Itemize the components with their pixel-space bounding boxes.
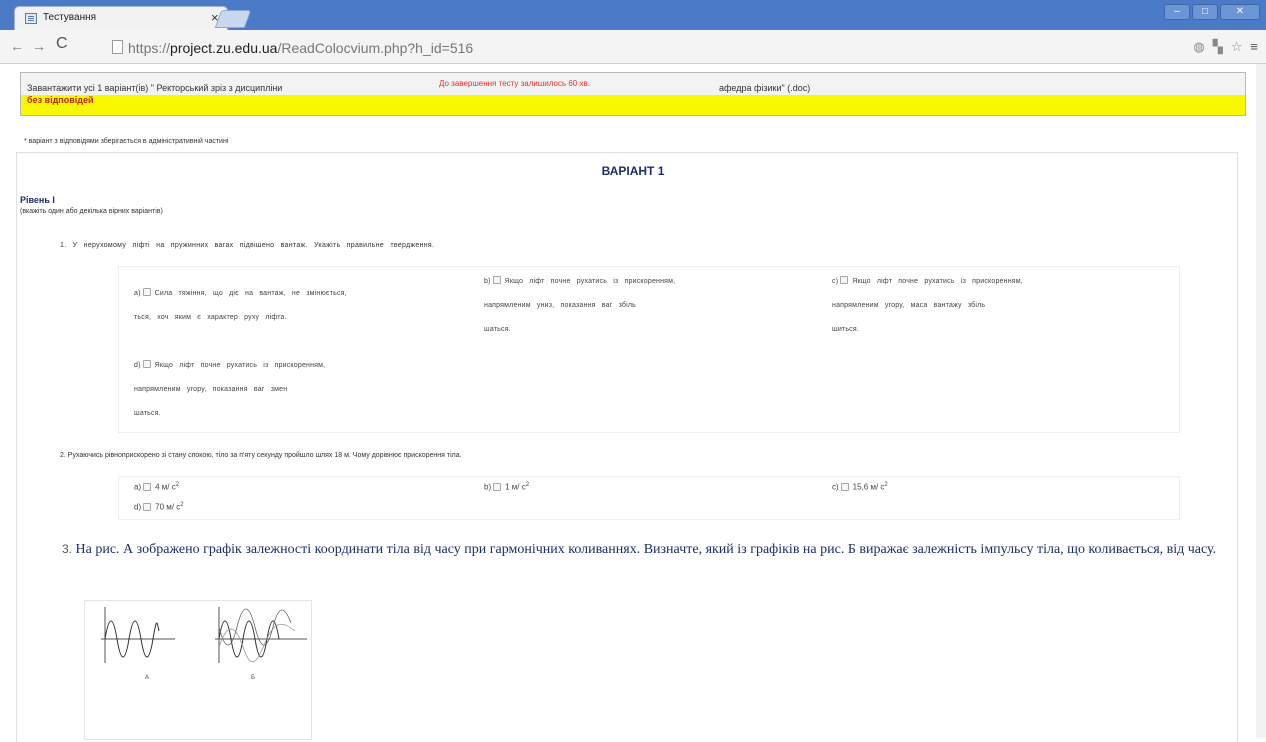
- back-arrow-icon[interactable]: ←: [10, 39, 24, 53]
- question-3-figure: А Б: [84, 600, 312, 740]
- no-answers-link[interactable]: без відповідей: [27, 95, 94, 105]
- browser-toolbar: ← → C https://project.zu.edu.ua/ReadColo…: [0, 30, 1266, 64]
- download-link[interactable]: Завантажити усі 1 варіант(ів) " Ректорсь…: [27, 83, 282, 93]
- q2-option-a-checkbox[interactable]: [143, 482, 152, 491]
- q1-option-b: b) Якщо ліфт почне рухатись із прискоренн…: [484, 276, 676, 333]
- question-1-text: 1. У нерухомому ліфті на пружинних вагах…: [60, 242, 435, 249]
- question-2-text: 2. Рухаючись рівноприскорено зі стану сп…: [60, 452, 462, 459]
- q2-option-a: a) 4 м/ с2: [134, 482, 180, 492]
- level-note: (вкажіть один або декілька вірних варіан…: [20, 208, 163, 215]
- no-answers-banner: [21, 95, 1245, 115]
- level-title: Рівень І: [20, 195, 55, 205]
- q1-option-a: a) Сила тяжіння, що діє на вантаж, не змі…: [134, 288, 347, 321]
- browser-titlebar: Тестування × – □ ✕: [0, 0, 1266, 30]
- menu-icon[interactable]: ≡: [1250, 39, 1258, 55]
- answers-note: * варіант з відповідями зберігається в а…: [24, 138, 229, 145]
- q1-option-a-checkbox[interactable]: [142, 288, 151, 296]
- address-bar[interactable]: https://project.zu.edu.ua/ReadColocvium.…: [112, 38, 1162, 58]
- page-favicon-icon: [25, 13, 37, 24]
- new-tab-button[interactable]: [214, 10, 252, 28]
- question-3: 3. На рис. А зображено графік залежності…: [62, 540, 1232, 559]
- close-window-button[interactable]: ✕: [1220, 4, 1260, 20]
- q2-option-b: b) 1 м/ с2: [484, 482, 530, 492]
- graph-b-label: Б: [251, 675, 255, 681]
- oscillation-graphs-image: [101, 607, 307, 663]
- url-text: https://project.zu.edu.ua/ReadColocvium.…: [128, 40, 474, 56]
- bookmark-star-icon[interactable]: ☆: [1231, 39, 1243, 55]
- q2-option-c-checkbox[interactable]: [840, 482, 849, 491]
- q1-option-b-checkbox[interactable]: [492, 276, 501, 284]
- q1-option-c-checkbox[interactable]: [840, 276, 849, 284]
- toolbar-right-icons: ◍ ▚ ☆ ≡: [1193, 39, 1258, 55]
- q1-option-c: c) Якщо ліфт почне рухатись із прискоренн…: [832, 276, 1023, 333]
- translate-icon[interactable]: ▚: [1213, 39, 1223, 55]
- q2-option-d: d) 70 м/ с2: [134, 502, 184, 512]
- maximize-button[interactable]: □: [1192, 4, 1218, 20]
- reload-icon[interactable]: C: [56, 36, 68, 52]
- q1-option-d: d) Якщо ліфт почне рухатись із прискоренн…: [134, 360, 326, 417]
- forward-arrow-icon[interactable]: →: [32, 39, 46, 53]
- timer-text: До завершення тесту залишилось 60 хв.: [439, 79, 590, 88]
- download-info-box: Завантажити усі 1 варіант(ів) " Ректорсь…: [20, 72, 1246, 116]
- graph-a-label: А: [145, 675, 150, 681]
- q2-option-c: c) 15,6 м/ с2: [832, 482, 888, 492]
- question-2-options: [118, 476, 1180, 520]
- download-link-end[interactable]: афедра фізики" (.doc): [719, 83, 810, 93]
- extension-icon[interactable]: ◍: [1193, 39, 1204, 55]
- q2-option-d-checkbox[interactable]: [143, 502, 152, 511]
- page-icon: [112, 40, 123, 54]
- question-3-number: 3.: [62, 542, 73, 556]
- page-scrollbar[interactable]: [1256, 64, 1266, 738]
- tab-title: Тестування: [43, 12, 97, 23]
- q1-option-d-checkbox[interactable]: [142, 360, 151, 368]
- window-controls: – □ ✕: [1164, 4, 1260, 20]
- minimize-button[interactable]: –: [1164, 4, 1190, 20]
- variant-title: ВАРІАНТ 1: [601, 164, 665, 178]
- browser-tab[interactable]: Тестування ×: [14, 6, 228, 30]
- q2-option-b-checkbox[interactable]: [493, 482, 502, 491]
- question-3-text: На рис. А зображено графік залежності ко…: [75, 542, 1217, 557]
